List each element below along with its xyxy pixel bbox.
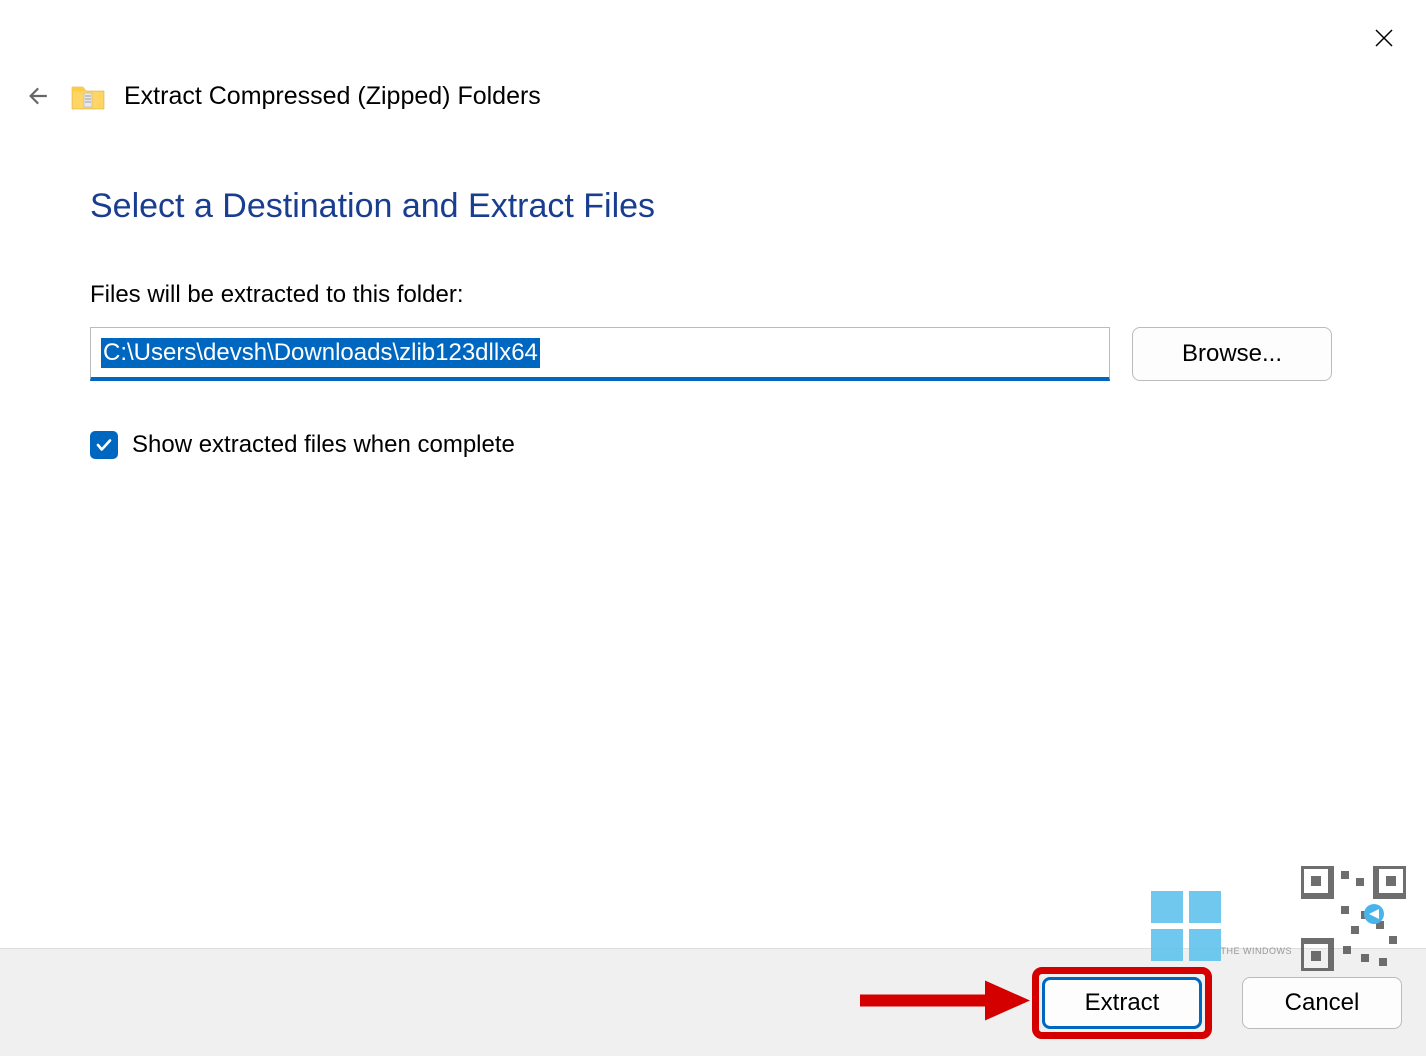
dialog-title: Extract Compressed (Zipped) Folders <box>124 82 541 111</box>
page-heading: Select a Destination and Extract Files <box>90 187 1336 226</box>
dialog-content: Select a Destination and Extract Files F… <box>0 112 1426 459</box>
watermark-text: THE WINDOWS <box>1221 946 1293 956</box>
destination-row: C:\Users\devsh\Downloads\zlib123dllx64 B… <box>90 327 1336 381</box>
dialog-header: Extract Compressed (Zipped) Folders <box>0 0 1426 112</box>
zipped-folder-icon <box>70 81 106 111</box>
destination-path-value: C:\Users\devsh\Downloads\zlib123dllx64 <box>101 338 540 368</box>
show-files-checkbox-label: Show extracted files when complete <box>132 431 515 459</box>
destination-label: Files will be extracted to this folder: <box>90 281 1336 309</box>
extract-button-highlight: Extract <box>1032 967 1212 1039</box>
show-files-checkbox-row: Show extracted files when complete <box>90 431 1336 459</box>
close-button[interactable] <box>1364 18 1404 58</box>
watermark-windows-logo-icon <box>1146 886 1226 966</box>
cancel-button[interactable]: Cancel <box>1242 977 1402 1029</box>
watermark-qr-icon <box>1301 866 1406 971</box>
destination-path-input[interactable]: C:\Users\devsh\Downloads\zlib123dllx64 <box>90 327 1110 381</box>
browse-button[interactable]: Browse... <box>1132 327 1332 381</box>
highlight-arrow-icon <box>860 978 1030 1027</box>
extract-button[interactable]: Extract <box>1042 977 1202 1029</box>
show-files-checkbox[interactable] <box>90 431 118 459</box>
back-arrow-icon[interactable] <box>20 80 52 112</box>
